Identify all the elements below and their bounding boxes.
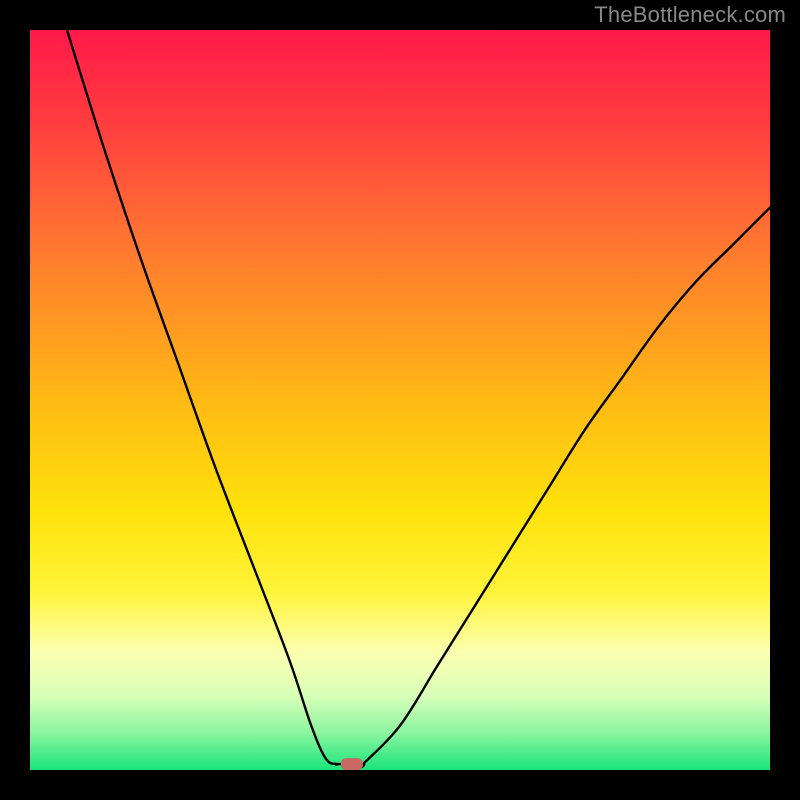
bottleneck-chart — [30, 30, 770, 770]
watermark-text: TheBottleneck.com — [594, 2, 786, 28]
gradient-background — [30, 30, 770, 770]
minimum-marker — [341, 758, 363, 770]
chart-container — [30, 30, 770, 770]
